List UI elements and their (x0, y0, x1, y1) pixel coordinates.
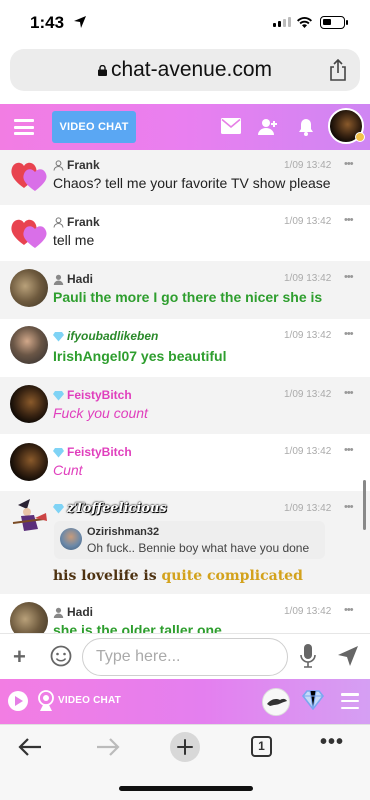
hearts-avatar[interactable] (10, 158, 48, 192)
wifi-icon (297, 17, 312, 28)
diamond-icon[interactable] (302, 690, 324, 710)
message-text: his lovelife is quite complicated (53, 568, 303, 584)
more-icon[interactable]: ••• (344, 387, 354, 399)
user-avatar[interactable] (10, 269, 48, 307)
more-icon[interactable]: ••• (344, 501, 354, 513)
home-indicator (119, 786, 253, 791)
message-time: 1/09 13:42 (284, 160, 332, 171)
diamond-icon (53, 504, 64, 514)
username[interactable]: Hadi (53, 605, 93, 619)
quote-username: Ozirishman32 (87, 526, 160, 538)
battery-icon (320, 16, 348, 29)
message-time: 1/09 13:42 (284, 606, 332, 617)
list-item: FeistyBitch 1/09 13:42 ••• Cunt (0, 434, 370, 491)
back-arrow-icon[interactable] (18, 737, 42, 757)
message-text: Pauli the more I go there the nicer she … (53, 289, 323, 305)
list-item: Hadi 1/09 13:42 ••• Pauli the more I go … (0, 261, 370, 319)
lock-icon (97, 65, 107, 76)
play-icon[interactable] (8, 691, 28, 711)
witch-avatar[interactable] (10, 499, 48, 537)
quoted-message[interactable]: Ozirishman32 Oh fuck.. Bennie boy what h… (54, 521, 325, 559)
user-icon (53, 274, 64, 285)
diamond-icon (53, 331, 64, 341)
new-tab-button[interactable] (170, 732, 200, 762)
forward-arrow-icon[interactable] (96, 737, 120, 757)
user-icon (53, 216, 64, 228)
username[interactable]: Frank (53, 215, 100, 229)
send-icon[interactable] (337, 645, 359, 667)
list-item: ifyoubadlikeben 1/09 13:42 ••• IrishAnge… (0, 319, 370, 377)
more-icon[interactable]: ••• (344, 158, 354, 170)
status-bar: 1:43 (0, 0, 370, 46)
more-icon[interactable]: ••• (344, 444, 354, 456)
more-icon[interactable]: ••• (344, 271, 354, 283)
username[interactable]: Hadi (53, 272, 93, 286)
notification-bell-icon[interactable] (298, 118, 314, 136)
message-text: tell me (53, 232, 95, 248)
username[interactable]: zToffeelicious (53, 501, 167, 516)
scrollbar[interactable] (363, 480, 366, 530)
user-icon (53, 159, 64, 171)
diamond-icon (53, 447, 64, 457)
list-item: Hadi 1/09 13:42 ••• she is the older tal… (0, 594, 370, 633)
location-arrow-icon (74, 16, 86, 28)
username[interactable]: FeistyBitch (53, 445, 132, 459)
message-time: 1/09 13:42 (284, 216, 332, 227)
list-item: Frank 1/09 13:42 ••• Chaos? tell me your… (0, 150, 370, 205)
video-chat-button[interactable]: VIDEO CHAT (52, 111, 136, 143)
hearts-avatar[interactable] (10, 215, 48, 249)
quote-text: Oh fuck.. Bennie boy what have you done (87, 541, 310, 555)
list-item: Frank 1/09 13:42 ••• tell me (0, 205, 370, 261)
message-text: Cunt (53, 462, 83, 478)
webcam-icon[interactable] (37, 690, 55, 712)
user-avatar[interactable] (10, 602, 48, 633)
emoji-icon[interactable] (50, 645, 72, 667)
quote-avatar (60, 528, 82, 550)
message-list[interactable]: Frank 1/09 13:42 ••• Chaos? tell me your… (0, 150, 370, 633)
video-chat-link[interactable]: VIDEO CHAT (58, 695, 121, 706)
jaguar-logo-icon (267, 698, 287, 706)
add-attachment-button[interactable]: + (13, 644, 26, 670)
list-item: FeistyBitch 1/09 13:42 ••• Fuck you coun… (0, 377, 370, 434)
menu-icon[interactable] (14, 119, 34, 135)
more-icon[interactable]: ••• (320, 731, 344, 754)
username[interactable]: FeistyBitch (53, 388, 132, 402)
diamond-icon (53, 390, 64, 400)
message-time: 1/09 13:42 (284, 330, 332, 341)
menu-icon[interactable] (341, 693, 359, 709)
message-time: 1/09 13:42 (284, 273, 332, 284)
message-time: 1/09 13:42 (284, 446, 332, 457)
more-icon[interactable]: ••• (344, 214, 354, 226)
message-text: Fuck you count (53, 405, 148, 421)
status-time: 1:43 (30, 13, 65, 32)
message-time: 1/09 13:42 (284, 503, 332, 514)
url-text: chat-avenue.com (110, 58, 273, 81)
user-avatar[interactable] (10, 443, 48, 481)
message-text: Chaos? tell me your favorite TV show ple… (53, 175, 331, 191)
cell-signal-icon (273, 17, 291, 27)
more-icon[interactable]: ••• (344, 328, 354, 340)
message-input[interactable] (82, 638, 288, 676)
more-icon[interactable]: ••• (344, 604, 354, 616)
share-icon[interactable] (328, 59, 348, 81)
add-friend-icon[interactable] (258, 118, 278, 136)
logo-avatar[interactable] (262, 688, 290, 716)
address-bar[interactable]: chat-avenue.com (10, 49, 360, 91)
chat-header: VIDEO CHAT (0, 104, 370, 150)
user-icon (53, 607, 64, 618)
user-avatar[interactable] (10, 326, 48, 364)
mail-icon[interactable] (221, 118, 241, 134)
composer: + (0, 633, 370, 679)
username[interactable]: Frank (53, 158, 100, 172)
message-time: 1/09 13:42 (284, 389, 332, 400)
username[interactable]: ifyoubadlikeben (53, 329, 158, 343)
microphone-icon[interactable] (300, 643, 316, 669)
message-text: IrishAngel07 yes beautiful (53, 348, 227, 364)
status-badge (355, 132, 365, 142)
message-text: she is the older taller one (53, 622, 222, 633)
tabs-button[interactable]: 1 (251, 736, 272, 757)
user-avatar[interactable] (10, 385, 48, 423)
